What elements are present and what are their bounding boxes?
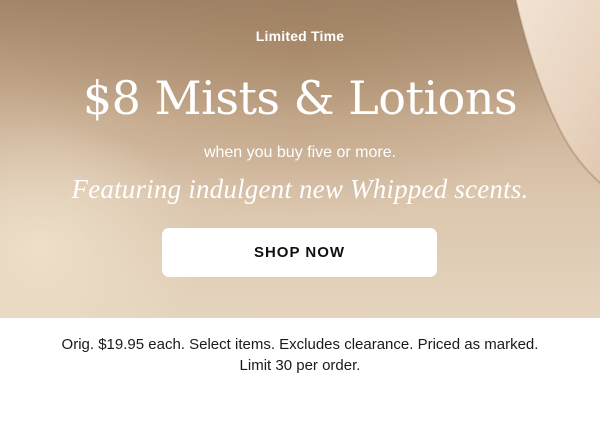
promo-headline: $8 Mists & Lotions <box>82 71 518 125</box>
promo-tagline: Featuring indulgent new Whipped scents. <box>71 174 529 204</box>
promo-subline: when you buy five or more. <box>203 144 397 161</box>
promo-banner: Limited Time $8 Mists & Lotions when you… <box>0 0 600 318</box>
promo-disclaimer: Orig. $19.95 each. Select items. Exclude… <box>61 336 539 374</box>
shop-now-button[interactable]: SHOP NOW <box>162 228 437 277</box>
promo-kicker: Limited Time <box>255 28 345 44</box>
